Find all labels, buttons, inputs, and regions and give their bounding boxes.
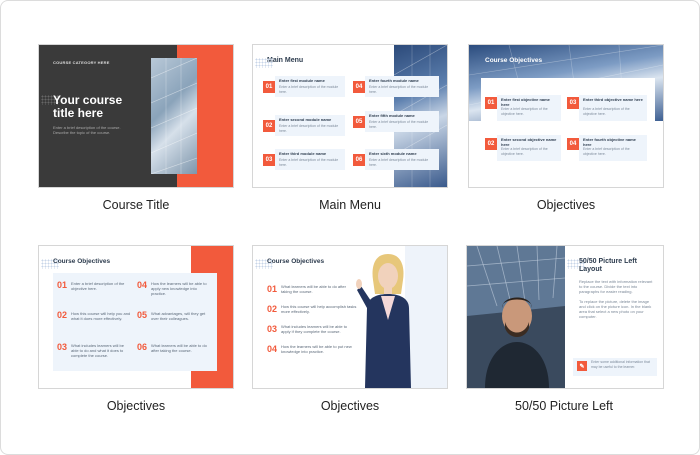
objective-number: 02 — [485, 138, 497, 150]
module-name: Enter fifth module name — [369, 113, 415, 118]
module-name: Enter fourth module name — [369, 78, 419, 83]
module-name: Enter second module name — [279, 117, 332, 122]
objective-desc: What advantages, will they get over thei… — [151, 311, 206, 321]
thumbnail-main-menu[interactable]: Main Menu 01 Enter first module name Ent… — [252, 44, 448, 188]
objective-name: Enter fourth objective name here — [583, 137, 636, 147]
objective-number: 03 — [57, 342, 68, 352]
objective-desc: How the learners will be able to apply n… — [151, 281, 207, 296]
module-number: 04 — [353, 81, 365, 93]
objectives-heading: Course Objectives — [485, 57, 543, 64]
layout-card-objectives-1[interactable]: Course Objectives 01 Enter first objecti… — [468, 44, 664, 212]
objective-desc: How the learners will be able to put new… — [281, 344, 352, 354]
card-caption: Objectives — [536, 198, 596, 212]
module-desc: Enter a brief description of the module … — [279, 85, 339, 94]
objectives-heading: Course Objectives — [53, 258, 111, 265]
objective-number: 01 — [267, 284, 278, 294]
objective-number: 04 — [567, 138, 579, 150]
module-desc: Enter a brief description of the module … — [369, 158, 429, 167]
picture-left-heading: 50/50 Picture Left Layout — [579, 258, 637, 273]
thumbnail-objectives-1[interactable]: Course Objectives 01 Enter first objecti… — [468, 44, 664, 188]
card-caption: 50/50 Picture Left — [515, 399, 613, 413]
objective-name: Enter third objective name here — [583, 97, 643, 102]
objective-number: 04 — [267, 344, 278, 354]
objective-number: 04 — [137, 280, 148, 290]
course-title-text: Your course title here — [53, 93, 123, 120]
module-desc: Enter a brief description of the module … — [369, 85, 429, 94]
module-number: 06 — [353, 154, 365, 166]
dots-decoration — [255, 58, 273, 68]
module-desc: Enter a brief description of the module … — [369, 120, 429, 129]
card-caption: Main Menu — [319, 198, 381, 212]
content-card — [481, 78, 655, 181]
card-caption: Objectives — [320, 399, 380, 413]
objective-desc: What includes learners will be able to d… — [71, 343, 124, 358]
layout-gallery-panel: COURSE CATEGORY HERE Your course title h… — [0, 0, 700, 455]
course-desc-text: Enter a brief description of the course.… — [53, 125, 121, 135]
module-name: Enter third module name — [279, 151, 327, 156]
layout-card-objectives-2[interactable]: Course Objectives 01 Enter a brief descr… — [38, 245, 234, 413]
objective-desc: How this course will help you and what i… — [71, 311, 131, 321]
objective-desc: How this course will help accomplish tas… — [281, 304, 357, 314]
card-caption: Course Title — [102, 198, 170, 212]
objective-number: 01 — [485, 97, 497, 109]
body-text-2: To replace the picture, delete the image… — [579, 299, 652, 319]
card-caption: Objectives — [106, 399, 166, 413]
objective-name: Enter second objective name here — [501, 137, 557, 147]
objective-desc: Enter a brief description of the objecti… — [501, 147, 548, 156]
objective-number: 01 — [57, 280, 68, 290]
module-number: 02 — [263, 120, 275, 132]
objective-desc: What learners will be able to do after t… — [151, 343, 207, 353]
objective-desc: What includes learners will be able to a… — [281, 324, 348, 334]
objective-number: 06 — [137, 342, 148, 352]
objectives-heading: Course Objectives — [267, 258, 325, 265]
body-text-1: Replace the text with information releva… — [579, 279, 653, 294]
objective-desc: Enter a brief description of the objecti… — [71, 281, 125, 291]
module-number: 05 — [353, 116, 365, 128]
layout-card-course-title[interactable]: COURSE CATEGORY HERE Your course title h… — [38, 44, 234, 212]
course-category-label: COURSE CATEGORY HERE — [53, 60, 110, 65]
objective-number: 05 — [137, 310, 148, 320]
layout-card-objectives-3[interactable]: Course Objectives 01 What learners will … — [252, 245, 448, 413]
thumbnail-course-title[interactable]: COURSE CATEGORY HERE Your course title h… — [38, 44, 234, 188]
man-photo — [467, 246, 565, 388]
module-number: 01 — [263, 81, 275, 93]
module-name: Enter sixth module name — [369, 151, 417, 156]
module-number: 03 — [263, 154, 275, 166]
objective-name: Enter first objective name here — [501, 97, 550, 107]
module-desc: Enter a brief description of the module … — [279, 124, 339, 133]
objective-number: 03 — [567, 97, 579, 109]
objective-number: 02 — [267, 304, 278, 314]
objective-desc: Enter a brief description of the objecti… — [501, 107, 548, 116]
note-text: Enter some additional information that m… — [591, 360, 650, 369]
thumbnail-objectives-3[interactable]: Course Objectives 01 What learners will … — [252, 245, 448, 389]
module-desc: Enter a brief description of the module … — [279, 158, 339, 167]
objective-desc: Enter a brief description of the objecti… — [583, 107, 630, 116]
businesswoman-photo — [356, 254, 411, 388]
layout-card-main-menu[interactable]: Main Menu 01 Enter first module name Ent… — [252, 44, 448, 212]
thumbnail-picture-left[interactable]: 50/50 Picture Left Layout Replace the te… — [466, 245, 664, 389]
thumbnail-objectives-2[interactable]: Course Objectives 01 Enter a brief descr… — [38, 245, 234, 389]
module-name: Enter first module name — [279, 78, 325, 83]
objective-number: 02 — [57, 310, 68, 320]
building-lines — [150, 57, 198, 175]
objective-desc: What learners will be able to do after t… — [281, 284, 346, 294]
building-photo — [150, 57, 198, 175]
layout-card-picture-left[interactable]: 50/50 Picture Left Layout Replace the te… — [466, 245, 664, 413]
objective-desc: Enter a brief description of the objecti… — [583, 147, 630, 156]
note-icon: ✎ — [577, 361, 587, 371]
objective-number: 03 — [267, 324, 278, 334]
